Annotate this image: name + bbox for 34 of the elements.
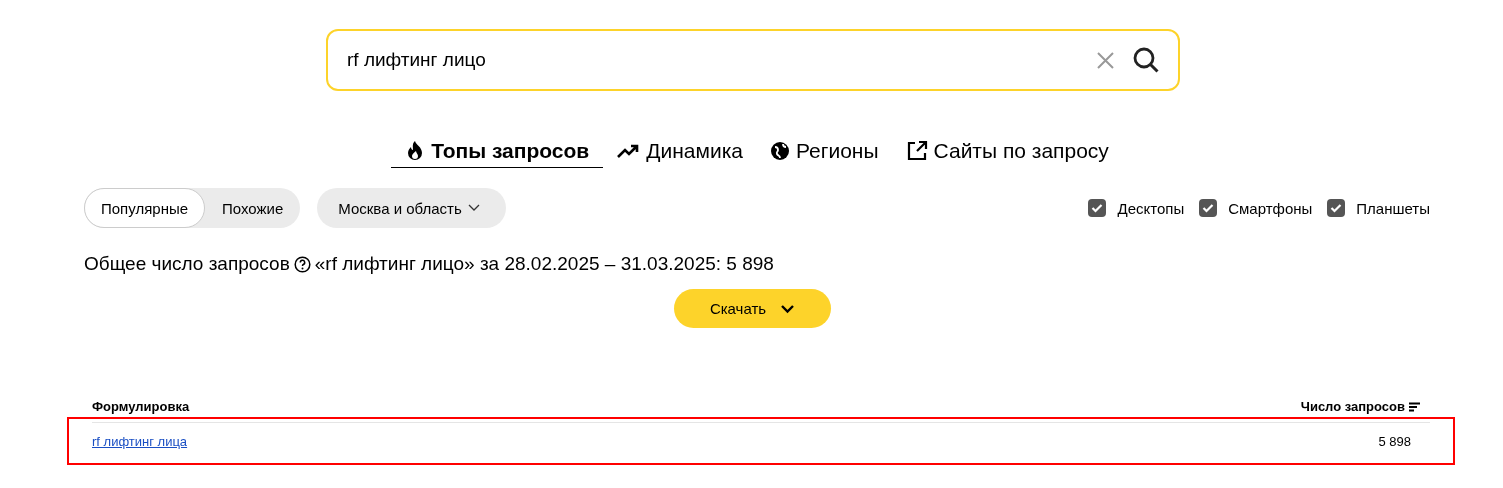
tab[interactable]: Регионы	[756, 139, 893, 168]
checkbox[interactable]	[1327, 199, 1346, 217]
tab[interactable]: Динамика	[602, 139, 757, 168]
segment-option[interactable]: Похожие	[205, 188, 301, 228]
check-icon	[1202, 203, 1215, 213]
sort-icon[interactable]	[1409, 401, 1420, 412]
summary-label: Общее число запросов	[84, 253, 290, 275]
summary-text: «rf лифтинг лицо» за 28.02.2025 – 31.03.2025: 5 898	[314, 253, 774, 275]
checkbox[interactable]	[1199, 199, 1218, 217]
checkbox-label[interactable]: Десктопы	[1117, 199, 1185, 217]
external-link-icon	[905, 140, 928, 162]
checkbox[interactable]	[1088, 199, 1107, 217]
trend-icon	[616, 142, 641, 160]
help-icon[interactable]	[293, 255, 311, 273]
search-field[interactable]: rf лифтинг лицо	[326, 29, 1180, 91]
table-cell: 5 898	[1378, 433, 1411, 449]
query-link[interactable]: rf лифтинг лица	[92, 433, 188, 449]
chevron-down-icon	[467, 204, 480, 212]
tab[interactable]: Топы запросов	[391, 139, 604, 168]
column-header[interactable]: Число запросов	[1300, 399, 1420, 414]
check-icon	[1330, 203, 1343, 213]
close-icon[interactable]	[1097, 51, 1114, 69]
segment-option[interactable]: Популярные	[84, 188, 206, 228]
search-icon[interactable]	[1132, 46, 1160, 74]
globe-icon	[770, 141, 790, 161]
column-header: Формулировка	[92, 399, 190, 414]
tab[interactable]: Сайты по запросу	[891, 139, 1123, 168]
checkbox-label[interactable]: Планшеты	[1356, 199, 1430, 217]
search-input[interactable]: rf лифтинг лицо	[345, 48, 1079, 72]
download-button[interactable]: Скачать	[674, 289, 831, 328]
chevron-down-icon	[780, 303, 796, 314]
check-icon	[1091, 203, 1104, 213]
checkbox-label[interactable]: Смартфоны	[1228, 199, 1313, 217]
region-dropdown[interactable]: Москва и область	[317, 188, 506, 228]
